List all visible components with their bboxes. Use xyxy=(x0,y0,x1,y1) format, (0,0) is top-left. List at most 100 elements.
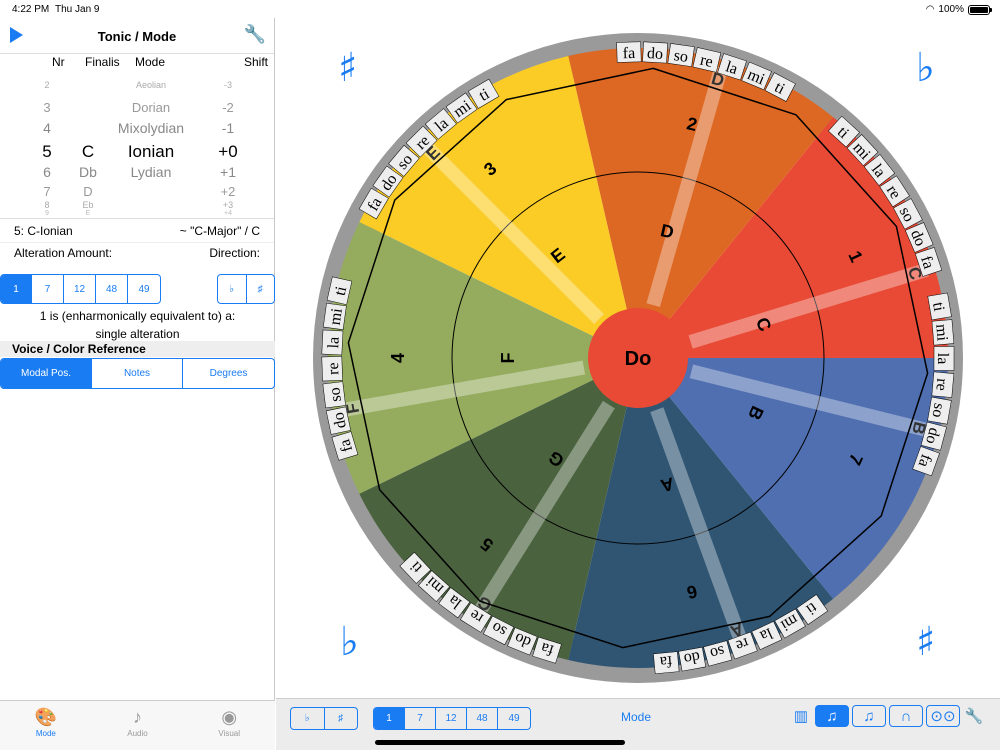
tab-bar: 🎨 Mode ♪ Audio ◉ Visual xyxy=(0,700,275,750)
status-date: Thu Jan 9 xyxy=(55,4,100,15)
palette-icon: 🎨 xyxy=(34,707,58,727)
amount-segment-1[interactable]: 7 xyxy=(32,275,64,303)
column-nr: Nr xyxy=(52,55,65,69)
alteration-description: single alteration xyxy=(95,327,180,341)
selected-key-text: ~ "C-Major" / C xyxy=(179,224,260,238)
piano-icon[interactable]: ▥ xyxy=(790,705,812,727)
direction-segment-0[interactable]: ♭ xyxy=(218,275,247,303)
voice-color-header: Voice / Color Reference xyxy=(0,341,275,357)
voice-color-control[interactable]: Modal Pos. Notes Degrees xyxy=(0,358,275,389)
headphones-icon[interactable]: ∩ xyxy=(889,705,923,727)
amount-segment-2[interactable]: 12 xyxy=(64,275,96,303)
picker-shift: +1 xyxy=(220,164,236,180)
amount-segment-3[interactable]: 48 xyxy=(96,275,128,303)
wrench-icon[interactable]: 🔧 xyxy=(963,705,985,727)
picker-shift: -1 xyxy=(221,120,235,136)
picker-nr: 2 xyxy=(44,80,50,90)
picker-mode: Aeolian xyxy=(135,80,167,90)
settings-panel: Tonic / Mode 🔧 Nr Finalis Mode Shift 1 Lo… xyxy=(0,18,275,750)
flat-icon[interactable]: ♭ xyxy=(340,622,359,662)
note-icon: ♪ xyxy=(133,707,142,727)
solfege-so: so xyxy=(928,402,947,419)
picker-shift: +2 xyxy=(220,184,236,199)
solfege-re: re xyxy=(325,362,342,375)
amount-segment-4[interactable]: 49 xyxy=(128,275,160,303)
amount-segment-0[interactable]: 1 xyxy=(1,275,32,303)
wheel-view: ♯ ♭ ♭ ♯ Do 1 C C 2 D D 3 E E 4 F F 5 G G 6 A A 7 B Bfa do so re l… xyxy=(276,18,1000,698)
solfege-la: la xyxy=(325,336,343,348)
bottom-amount-segment-4[interactable]: 49 xyxy=(498,708,530,729)
solfege-mi: mi xyxy=(327,307,346,327)
picker-mode: Locrian xyxy=(140,70,163,71)
sector-letter: F xyxy=(498,353,518,364)
picker-shift: +3 xyxy=(222,200,234,210)
wrench-icon[interactable]: 🔧 xyxy=(244,24,266,45)
solfege-so: so xyxy=(673,47,689,66)
picker-nr: 7 xyxy=(43,184,51,199)
solfege-fa: fa xyxy=(659,652,673,670)
picker-finalis: C xyxy=(81,142,95,161)
voice-segment-2[interactable]: Degrees xyxy=(183,359,274,388)
direction-control[interactable]: ♭ ♯ xyxy=(217,274,275,304)
solfege-re: re xyxy=(932,378,950,392)
notes-icon[interactable]: ♫ xyxy=(852,705,886,727)
eye-icon: ◉ xyxy=(221,707,238,727)
picker-shift: -2 xyxy=(222,100,234,115)
picker-nr: 6 xyxy=(43,164,51,180)
flat-icon[interactable]: ♭ xyxy=(916,48,935,88)
picker-nr: 1 xyxy=(45,70,49,71)
bottom-amount-segment-2[interactable]: 12 xyxy=(436,708,467,729)
bottom-direction-segment-1[interactable]: ♯ xyxy=(325,708,358,729)
sharp-icon[interactable]: ♯ xyxy=(338,48,357,88)
solfege-fa: fa xyxy=(622,45,635,62)
mode-picker[interactable]: 1 Locrian -4 2 Aeolian -3 3 Dorian -2 4 Mixolydian… xyxy=(0,70,274,218)
battery-percent: 100% xyxy=(938,4,964,15)
tab-visual[interactable]: ◉ Visual xyxy=(183,701,275,750)
picker-finalis: Db xyxy=(79,164,97,180)
mode-wheel[interactable]: Do1CC2DD3EE4 FF5GG6AA7BBfa do so re la mi titim… xyxy=(276,18,1000,698)
picker-mode: Lydian xyxy=(130,164,172,180)
sector-number: 4 xyxy=(388,353,408,363)
picker-mode: Mixolydian xyxy=(117,120,185,136)
tab-mode[interactable]: 🎨 Mode xyxy=(0,701,92,750)
bottom-amount-segment-0[interactable]: 1 xyxy=(374,708,405,729)
wifi-icon: ◠ xyxy=(925,4,935,15)
bottom-direction-segment-0[interactable]: ♭ xyxy=(291,708,325,729)
equivalence-text: 1 is (enharmonically equivalent to) a: xyxy=(39,309,236,323)
picker-nr: 8 xyxy=(44,200,50,210)
home-indicator xyxy=(375,740,625,745)
panel-header: Tonic / Mode 🔧 xyxy=(0,18,274,54)
selection-info: 5: C-Ionian ~ "C-Major" / C xyxy=(0,218,274,242)
sharp-icon[interactable]: ♯ xyxy=(916,622,935,662)
solfege-so: so xyxy=(326,386,345,402)
column-mode: Mode xyxy=(135,55,166,69)
picker-nr: 4 xyxy=(43,120,51,136)
picker-nr: 3 xyxy=(43,100,51,115)
tab-audio[interactable]: ♪ Audio xyxy=(92,701,184,750)
panel-title: Tonic / Mode xyxy=(97,29,177,44)
bottom-amount-segment-3[interactable]: 48 xyxy=(467,708,498,729)
column-shift: Shift xyxy=(244,55,269,69)
mode-label: Mode xyxy=(621,710,652,724)
solfege-do: do xyxy=(647,45,664,63)
bottom-amount-segment-1[interactable]: 7 xyxy=(405,708,436,729)
picker-finalis: E xyxy=(85,210,91,217)
bottom-amount-control[interactable]: 1 7 12 48 49 xyxy=(373,707,531,730)
alteration-amount-control[interactable]: 1 7 12 48 49 xyxy=(0,274,161,304)
alteration-amount-label: Alteration Amount: xyxy=(14,246,113,260)
center-label: Do xyxy=(625,348,652,370)
solfege-mi: mi xyxy=(932,323,950,342)
bottom-direction-control[interactable]: ♭ ♯ xyxy=(290,707,358,730)
voice-segment-1[interactable]: Notes xyxy=(92,359,183,388)
view-icons: ▥ ♫ ♫ ∩ ⊙⊙ 🔧 xyxy=(790,704,985,728)
voicemail-icon[interactable]: ⊙⊙ xyxy=(926,705,960,727)
modal-pos-icon[interactable]: ♫ xyxy=(815,705,849,727)
picker-shift: +0 xyxy=(218,142,238,161)
picker-mode: Ionian xyxy=(127,142,175,161)
picker-column-headers: Nr Finalis Mode Shift xyxy=(0,54,274,70)
status-time: 4:22 PM xyxy=(12,4,50,15)
picker-finalis: Eb xyxy=(82,200,94,210)
status-bar: 4:22 PM Thu Jan 9 ◠ 100% xyxy=(0,0,1000,18)
voice-segment-0[interactable]: Modal Pos. xyxy=(1,359,92,388)
direction-segment-1[interactable]: ♯ xyxy=(247,275,275,303)
